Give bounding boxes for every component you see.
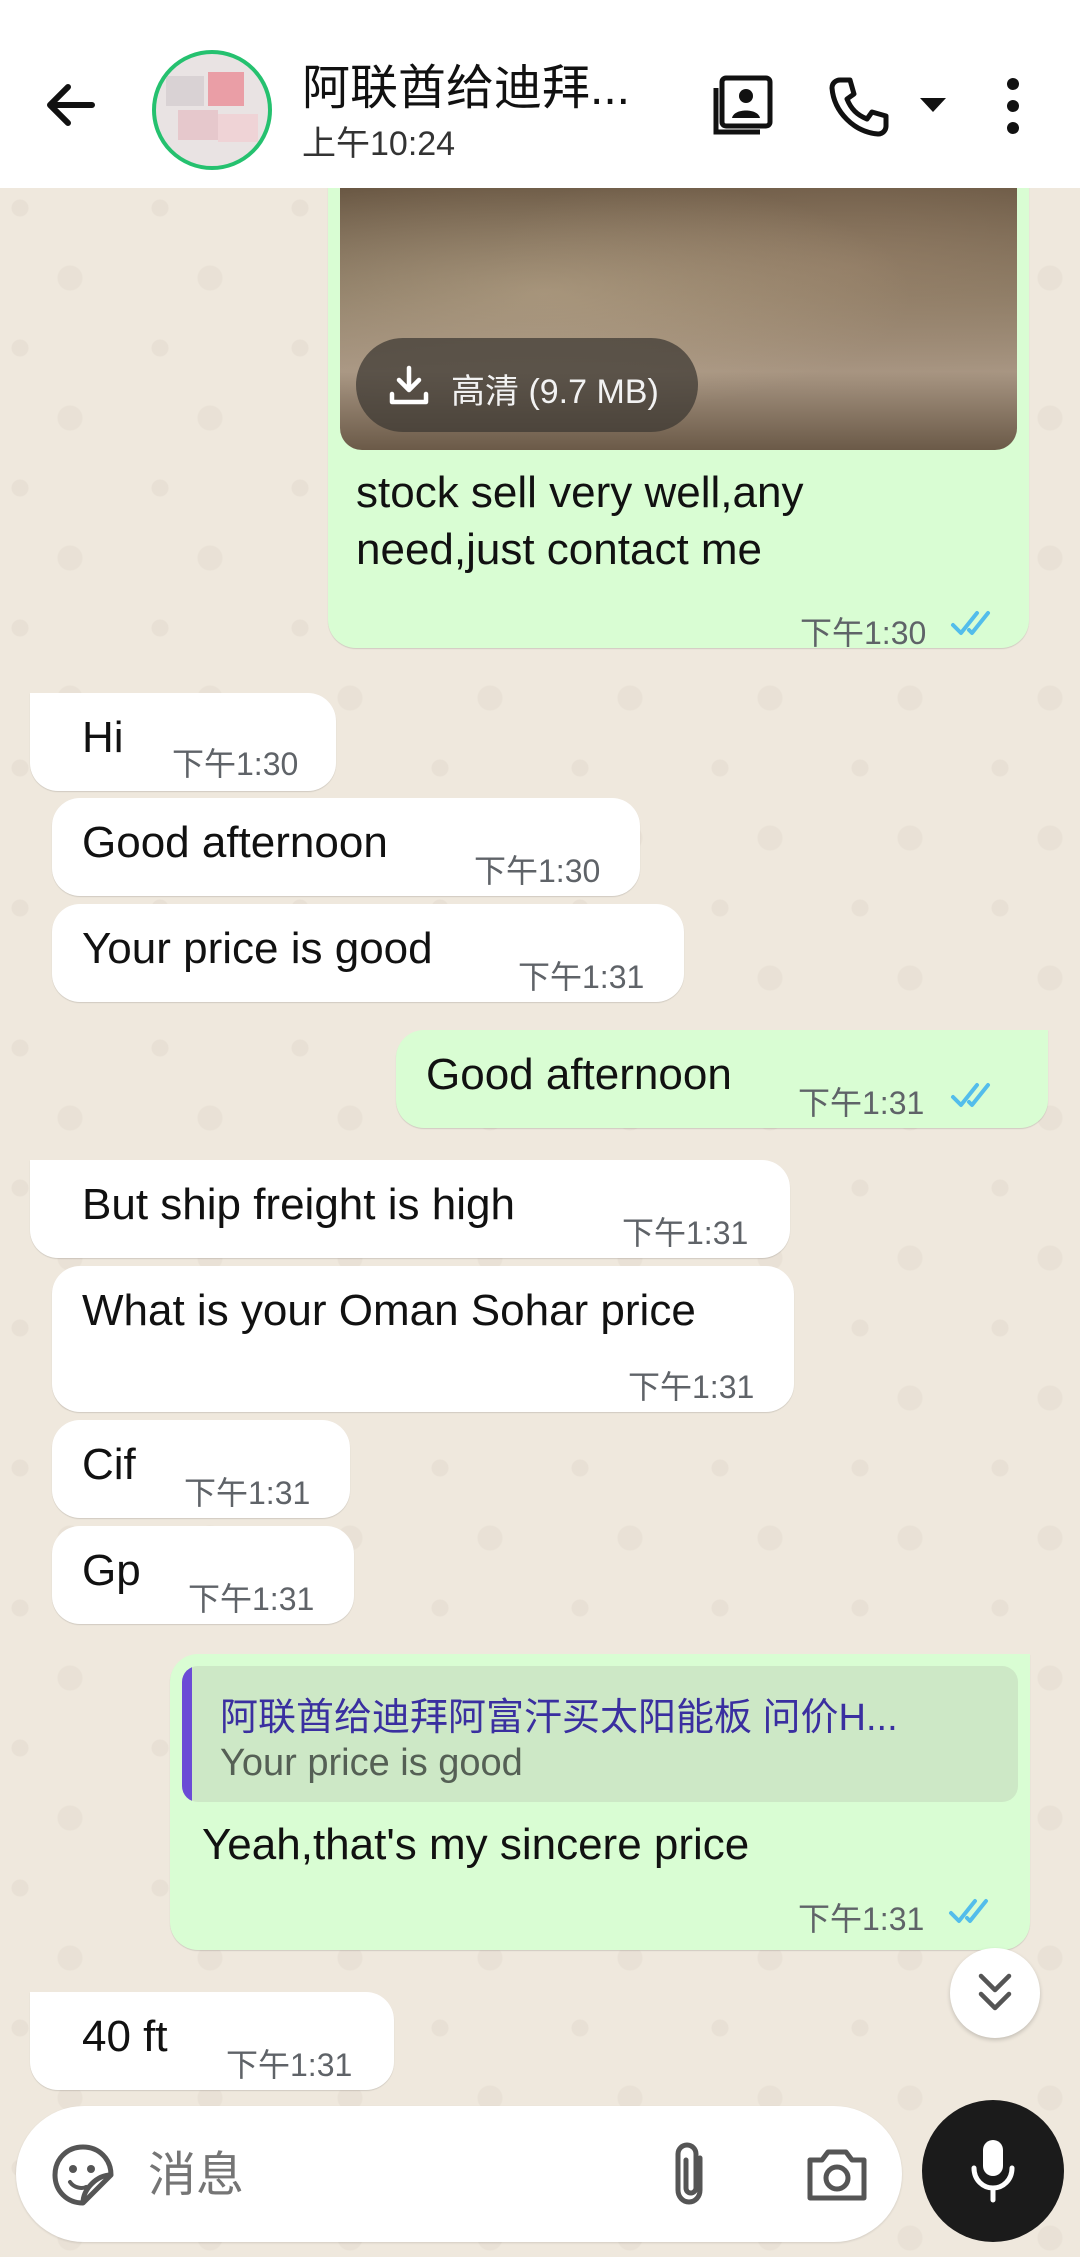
message-text: Gp — [82, 1546, 141, 1595]
message-time: 下午1:31 — [518, 959, 645, 995]
message-time: 下午1:31 — [188, 1581, 315, 1617]
message-text: But ship freight is high — [82, 1180, 515, 1229]
message-text: Yeah,that's my sincere price — [202, 1820, 750, 1869]
sticker-icon[interactable] — [50, 2142, 116, 2213]
message-list[interactable]: 高清 (9.7 MB) stock sell very well,any nee… — [0, 178, 1080, 2090]
message-time: 下午1:31 — [628, 1369, 755, 1405]
message-text: need,just contact me — [356, 525, 763, 574]
message-composer — [16, 2106, 902, 2242]
incoming-message[interactable]: Hi 下午1:30 — [30, 693, 336, 791]
back-arrow-icon[interactable] — [36, 70, 106, 140]
chat-header: 阿联酋给迪拜... 上午10:24 — [0, 0, 1080, 188]
message-text: Good afternoon — [426, 1050, 732, 1099]
message-time: 下午1:30 — [172, 746, 299, 782]
message-text: Good afternoon — [82, 818, 388, 867]
contact-avatar[interactable] — [152, 50, 272, 170]
quoted-text: Your price is good — [220, 1742, 523, 1784]
message-time: 下午1:30 — [800, 615, 927, 651]
message-time: 下午1:31 — [798, 1901, 925, 1937]
camera-icon[interactable] — [804, 2144, 870, 2209]
double-chevron-down-icon — [978, 1973, 1012, 2011]
message-time: 下午1:31 — [226, 2047, 353, 2083]
outgoing-reply-message[interactable]: 阿联酋给迪拜阿富汗买太阳能板 问价H... Your price is good… — [170, 1654, 1030, 1950]
incoming-message[interactable]: Cif 下午1:31 — [52, 1420, 350, 1518]
outgoing-message[interactable]: Good afternoon 下午1:31 — [396, 1030, 1048, 1128]
message-text: Hi — [82, 713, 124, 762]
message-time: 下午1:31 — [622, 1215, 749, 1251]
voice-call-icon[interactable] — [826, 74, 890, 143]
message-input[interactable] — [146, 2128, 670, 2222]
incoming-message[interactable]: But ship freight is high 下午1:31 — [30, 1160, 790, 1258]
message-time: 下午1:31 — [798, 1085, 925, 1121]
last-seen-status: 上午10:24 — [302, 125, 456, 163]
quoted-message[interactable]: 阿联酋给迪拜阿富汗买太阳能板 问价H... Your price is good — [182, 1666, 1018, 1802]
image-attachment[interactable]: 高清 (9.7 MB) — [340, 188, 1017, 450]
message-time: 下午1:30 — [474, 853, 601, 889]
incoming-message[interactable]: 40 ft 下午1:31 — [30, 1992, 394, 2090]
message-text: 40 ft — [82, 2012, 168, 2061]
message-text: Cif — [82, 1440, 136, 1489]
read-receipt-icon — [951, 1083, 990, 1107]
download-label: 高清 (9.7 MB) — [451, 373, 659, 411]
attach-icon[interactable] — [664, 2138, 714, 2215]
download-icon — [389, 365, 429, 405]
read-receipt-icon — [951, 611, 990, 635]
incoming-message[interactable]: Good afternoon 下午1:30 — [52, 798, 640, 896]
message-time: 下午1:31 — [184, 1475, 311, 1511]
call-dropdown-icon[interactable] — [918, 96, 948, 121]
video-call-icon[interactable] — [712, 72, 776, 141]
hd-download-button[interactable]: 高清 (9.7 MB) — [356, 338, 698, 432]
incoming-message[interactable]: What is your Oman Sohar price 下午1:31 — [52, 1266, 794, 1412]
more-options-icon[interactable] — [998, 76, 1028, 141]
voice-record-button[interactable] — [922, 2100, 1064, 2242]
quoted-sender-name: 阿联酋给迪拜阿富汗买太阳能板 问价H... — [220, 1697, 898, 1739]
read-receipt-icon — [949, 1899, 988, 1923]
contact-name[interactable]: 阿联酋给迪拜... — [302, 48, 672, 118]
mic-icon — [971, 2140, 1015, 2203]
incoming-message[interactable]: Gp 下午1:31 — [52, 1526, 354, 1624]
message-text: stock sell very well,any — [356, 468, 804, 517]
incoming-message[interactable]: Your price is good 下午1:31 — [52, 904, 684, 1002]
message-text: Your price is good — [82, 924, 433, 973]
scroll-to-bottom-button[interactable] — [950, 1948, 1040, 2038]
message-text: What is your Oman Sohar price — [82, 1286, 696, 1335]
